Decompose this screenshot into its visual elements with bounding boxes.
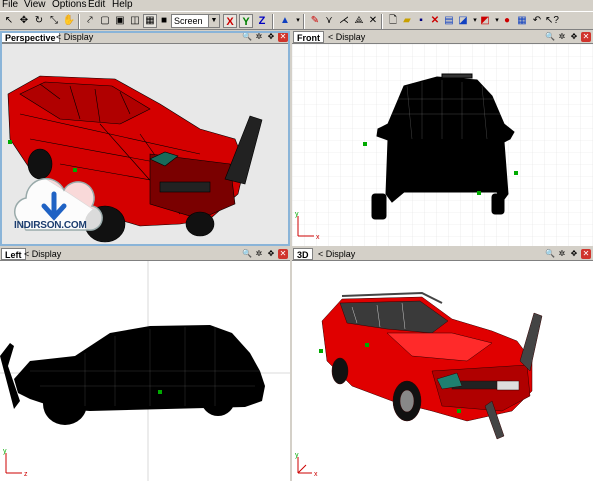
svg-text:y: y	[295, 211, 299, 218]
toolbar-separator	[78, 14, 80, 29]
face-tool-icon[interactable]: ⟁	[352, 14, 366, 28]
select-arrow-icon[interactable]: ↖	[2, 14, 16, 28]
axis-z-button[interactable]: Z	[255, 14, 269, 28]
move-icon[interactable]: ✥	[17, 14, 31, 28]
chevron-down-icon[interactable]: ▼	[208, 15, 219, 27]
coordinate-space-select[interactable]: Screen ▼	[171, 14, 220, 28]
paint-icon[interactable]: ✎	[308, 14, 322, 28]
menu-bar: File View Options Edit Help	[0, 0, 593, 11]
viewport-title[interactable]: Left	[1, 248, 26, 260]
viewport-header: 3D < Display 🔍 ✲ ✥ ✕	[292, 248, 593, 261]
watermark-text: INDIRSON.COM	[14, 220, 87, 231]
menu-view[interactable]: View	[24, 0, 46, 11]
viewport-front[interactable]: Front < Display 🔍 ✲ ✥ ✕ y x	[292, 31, 593, 246]
orbit-icon[interactable]: ✲	[557, 249, 567, 259]
menu-file[interactable]: File	[2, 0, 18, 11]
menu-help[interactable]: Help	[112, 0, 133, 11]
display-menu[interactable]: < Display	[24, 248, 61, 261]
menu-options[interactable]: Options	[52, 0, 86, 11]
orbit-icon[interactable]: ✲	[254, 249, 264, 259]
cube-solid-icon[interactable]: ■	[157, 14, 171, 28]
record-icon[interactable]: ●	[500, 14, 514, 28]
new-file-icon[interactable]: 🗋	[386, 14, 400, 28]
pan-view-icon[interactable]: ✥	[266, 32, 276, 42]
close-viewport-icon[interactable]: ✕	[581, 32, 591, 42]
svg-text:z: z	[24, 471, 28, 478]
viewport-3d[interactable]: 3D < Display 🔍 ✲ ✥ ✕ y x	[292, 248, 593, 481]
viewport-canvas[interactable]: y x	[292, 261, 593, 481]
cube-icon[interactable]: ▢	[98, 14, 112, 28]
rotate-icon[interactable]: ↻	[32, 14, 46, 28]
scale-icon[interactable]: ⤡	[47, 14, 61, 28]
cut-tool-icon[interactable]: ✕	[366, 14, 380, 28]
svg-text:y: y	[3, 448, 7, 455]
car-3d-render: y x	[295, 291, 543, 478]
toolbar-separator	[381, 14, 383, 29]
pan-view-icon[interactable]: ✥	[569, 32, 579, 42]
zoom-icon[interactable]: 🔍	[545, 249, 555, 259]
svg-text:x: x	[314, 471, 318, 478]
edge-tool-icon[interactable]: ⋌	[337, 14, 351, 28]
zoom-icon[interactable]: 🔍	[242, 249, 252, 259]
triangle-icon[interactable]: ▲	[278, 14, 292, 28]
delete-icon[interactable]: ✕	[428, 14, 442, 28]
open-folder-icon[interactable]: ▰	[400, 14, 414, 28]
cube-select-icon[interactable]: ▣	[113, 14, 127, 28]
toolbar-separator	[272, 14, 274, 29]
properties-icon[interactable]: ▤	[442, 14, 456, 28]
viewport-title[interactable]: 3D	[293, 248, 313, 260]
close-viewport-icon[interactable]: ✕	[278, 249, 288, 259]
axis-y-button[interactable]: Y	[239, 14, 253, 28]
cube-faces-icon[interactable]: ▦	[143, 14, 157, 28]
toolbar-separator	[303, 14, 305, 29]
viewport-canvas[interactable]: y x	[292, 44, 593, 246]
car-side-wireframe: y z	[0, 261, 290, 481]
viewport-header: Perspective < Display 🔍 ✲ ✥ ✕	[0, 31, 290, 44]
display-menu[interactable]: < Display	[56, 31, 93, 44]
svg-text:x: x	[316, 234, 320, 241]
cloud-download-logo	[14, 177, 103, 231]
cube-edges-icon[interactable]: ◫	[128, 14, 142, 28]
toolbar: ↖ ✥ ↻ ⤡ ✋ ⤤ ▢ ▣ ◫ ▦ ■ Screen ▼ X Y Z ▲ ▾…	[0, 11, 593, 30]
viewport-title[interactable]: Perspective	[1, 31, 60, 43]
link-icon[interactable]: ⤤	[83, 14, 97, 28]
close-viewport-icon[interactable]: ✕	[278, 32, 288, 42]
zoom-icon[interactable]: 🔍	[242, 32, 252, 42]
pan-icon[interactable]: ✋	[62, 14, 76, 28]
grid-icon[interactable]: ▦	[515, 14, 529, 28]
orbit-icon[interactable]: ✲	[557, 32, 567, 42]
save-icon[interactable]: ▪	[414, 14, 428, 28]
vertex-icon[interactable]: ⋎	[322, 14, 336, 28]
viewport-header: Left < Display 🔍 ✲ ✥ ✕	[0, 248, 290, 261]
undo-icon[interactable]: ↶	[530, 14, 544, 28]
pan-view-icon[interactable]: ✥	[266, 249, 276, 259]
display-menu[interactable]: < Display	[328, 31, 365, 44]
viewport-header: Front < Display 🔍 ✲ ✥ ✕	[292, 31, 593, 44]
help-pointer-icon[interactable]: ↖?	[545, 14, 559, 28]
display-menu[interactable]: < Display	[318, 248, 355, 261]
viewport-canvas[interactable]: y z	[0, 261, 290, 481]
close-viewport-icon[interactable]: ✕	[581, 249, 591, 259]
svg-text:y: y	[295, 452, 299, 459]
menu-edit[interactable]: Edit	[88, 0, 105, 11]
coordinate-space-value: Screen	[174, 16, 203, 26]
orbit-icon[interactable]: ✲	[254, 32, 264, 42]
viewport-left[interactable]: Left < Display 🔍 ✲ ✥ ✕ y z	[0, 248, 290, 481]
pan-view-icon[interactable]: ✥	[569, 249, 579, 259]
zoom-icon[interactable]: 🔍	[545, 32, 555, 42]
axis-x-button[interactable]: X	[223, 14, 237, 28]
viewport-title[interactable]: Front	[293, 31, 324, 43]
car-front-wireframe: y x	[292, 44, 593, 246]
